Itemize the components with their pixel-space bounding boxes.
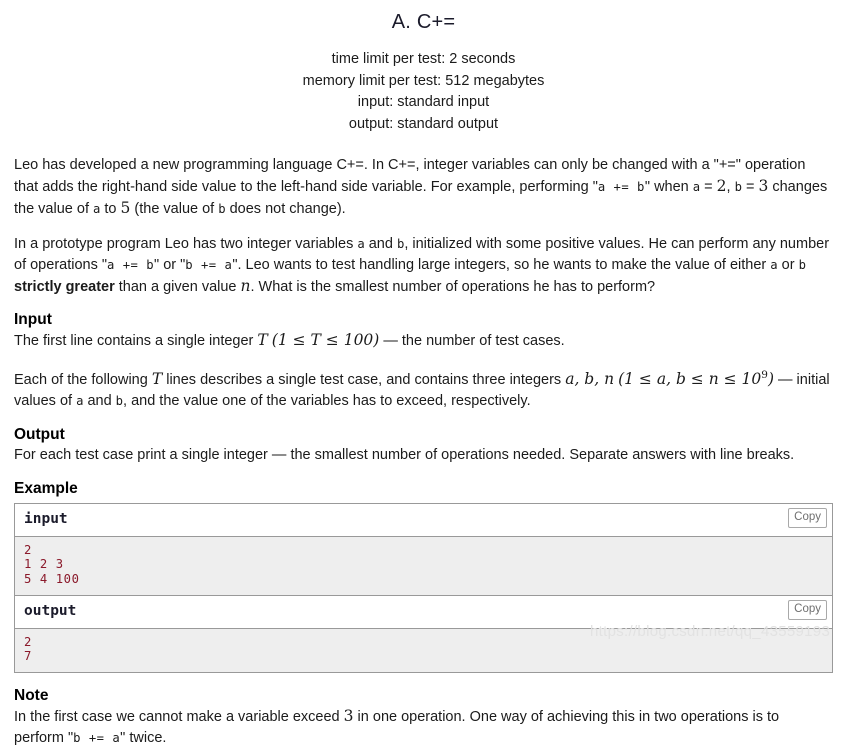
input-mode-line: input: standard input [357,94,490,110]
legend-paragraph-2: In a prototype program Leo has two integ… [14,234,833,298]
legend-p2-text-5: . What is the smallest number of operati… [250,279,656,295]
inline-code-a-plus-eq-b-2: a += b [107,258,155,272]
inline-code-b-plus-eq-a: b += a [185,258,233,272]
input-p2-text-2: lines describes a single test case, and … [162,371,566,388]
legend-p1-to: to [100,201,121,217]
legend-p1-eq-2: = [741,179,759,195]
legend-p1-text-4: (the value of [130,201,219,217]
math-exponent-9: 9 [761,369,768,381]
note-section: Note In the first case we cannot make a … [14,686,833,749]
sample-tests: input Copy 21 2 35 4 100 output Copy 27 [14,502,833,673]
input-p1-text-1: The first line contains a single integer [14,333,258,349]
inline-var-a-4: a [770,258,778,272]
math-var-T-2: T [151,369,163,388]
math-number-5: 5 [120,199,131,217]
example-section-title: Example [14,479,78,497]
memory-limit-line: memory limit per test: 512 megabytes [302,72,545,89]
legend-paragraph-1: Leo has developed a new programming lang… [14,155,833,220]
inline-var-b-4: b [798,258,806,272]
math-var-T: T [257,331,268,349]
copy-output-button[interactable]: Copy [788,599,827,620]
input-p2-text-1: Each of the following [14,371,152,388]
legend-p2-text-3: ". Leo wants to test handling large inte… [232,257,771,273]
input-section-title: Input [14,311,52,328]
inline-var-a-3: a [357,237,365,251]
sample-input-header: input Copy [15,503,832,537]
math-number-2: 2 [716,177,727,195]
math-vars-abn: a, b, n [565,369,615,388]
input-section: Input The first line contains a single i… [14,310,833,412]
sample-test-input: input Copy 21 2 35 4 100 [14,502,833,595]
output-paragraph-1: For each test case print a single intege… [14,446,795,463]
sample-input-data: 21 2 35 4 100 [15,536,832,595]
legend-p2-or-2: or [777,257,799,273]
sample-input-line: 2 [24,542,32,557]
math-range-T: (1 ≤ T ≤ 100) [271,331,380,349]
sample-output-label: output [24,602,77,619]
note-paragraph-1: In the first case we cannot make a varia… [14,706,833,749]
sample-output-header: output Copy [15,595,832,629]
inline-var-b: b [734,180,742,194]
legend-p1-text-5: does not change). [225,201,346,217]
sample-output-data: 27 [15,628,832,672]
output-section-title: Output [14,425,65,443]
input-paragraph-1: The first line contains a single integer… [14,330,833,352]
math-var-n: n [240,277,251,295]
legend-p2-text-1: In a prototype program Leo has two integ… [14,236,358,252]
inline-var-b-5: b [115,393,124,408]
output-mode-line: output: standard output [348,115,499,132]
note-p1-text-3: " twice. [120,729,167,746]
sample-input-line: 1 2 3 [24,557,64,572]
legend-strictly-greater-emphasis: strictly greater [14,279,115,295]
legend-p2-text-4: than a given value [114,279,241,295]
inline-var-b-2: b [218,202,226,216]
input-paragraph-2: Each of the following T lines describes … [14,365,833,412]
math-number-3-note: 3 [343,706,354,725]
note-p1-text-1: In the first case we cannot make a varia… [14,708,344,725]
legend-p1-text-2: " when [644,179,693,195]
sample-input-line: 5 4 100 [24,572,80,587]
page-title: A. C+= [391,11,456,33]
math-number-3: 3 [758,177,769,195]
copy-input-button[interactable]: Copy [788,507,827,528]
inline-code-a-plus-eq-b: a += b [597,180,645,194]
sample-output-line: 7 [24,649,32,664]
problem-statement: A. C+= time limit per test: 2 seconds me… [0,0,846,749]
legend-p1-eq-1: = [700,179,717,195]
input-p1-text-2: — the number of test cases. [379,333,565,349]
inline-code-b-plus-eq-a-2: b += a [73,730,121,745]
math-range-abn-open: (1 ≤ a, b ≤ n ≤ 10 [618,369,762,388]
legend-p2-and: and [364,236,397,252]
input-p2-text-4: , and the value one of the variables has… [123,392,531,409]
output-section: Output For each test case print a single… [14,425,833,466]
note-section-title: Note [14,686,49,704]
legend-p2-or: " or " [154,257,186,273]
legend-p1-sep: , [726,179,735,195]
time-limit-line: time limit per test: 2 seconds [331,51,516,67]
problem-header: A. C+= time limit per test: 2 seconds me… [14,0,833,135]
example-section: Example input Copy 21 2 35 4 100 output … [14,479,833,673]
sample-input-label: input [24,510,68,527]
problem-legend: Leo has developed a new programming lang… [14,155,833,298]
sample-output-line: 2 [24,634,32,649]
input-p2-and: and [83,392,116,409]
sample-test-output: output Copy 27 [14,594,833,673]
